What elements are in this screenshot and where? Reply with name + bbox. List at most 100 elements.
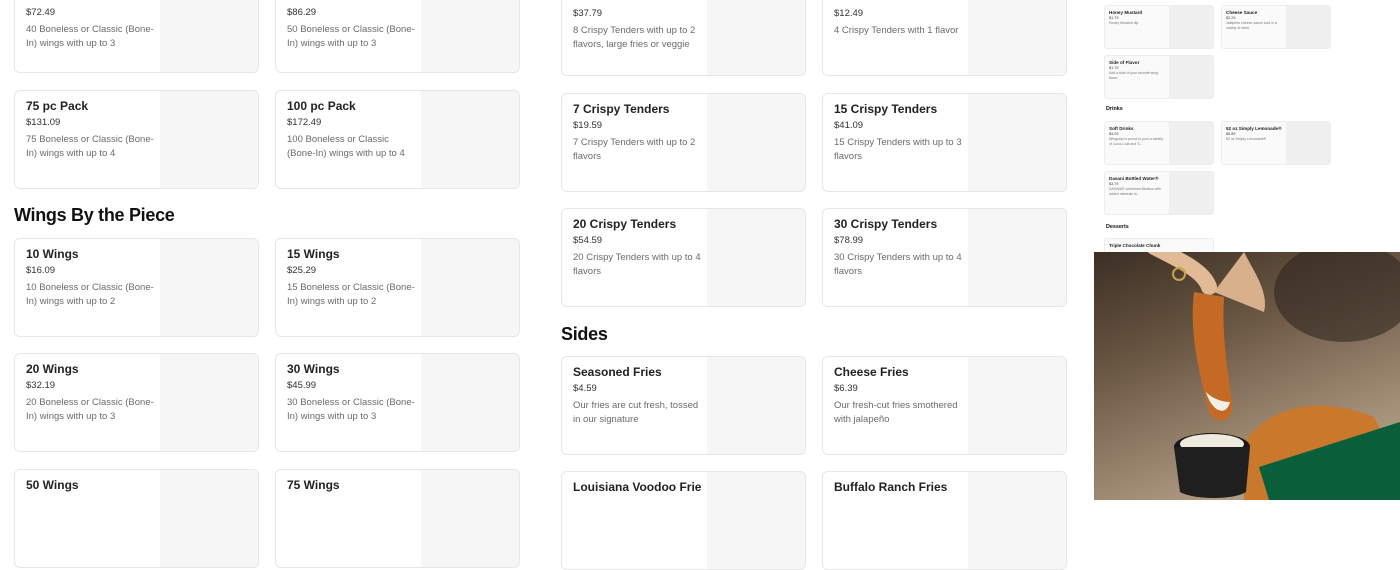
- item-description: 4 Crispy Tenders with 1 flavor: [834, 25, 959, 36]
- item-image: [421, 0, 519, 72]
- mini-heading-drinks: Drinks: [1106, 106, 1123, 112]
- item-image: [1169, 122, 1213, 164]
- menu-card[interactable]: 75 Wings: [275, 469, 520, 568]
- item-description: 50 Boneless or Classic (Bone-In) wings w…: [287, 24, 415, 49]
- item-image: [968, 209, 1066, 306]
- item-description: 15 Crispy Tenders with up to 3 flavors: [834, 137, 962, 162]
- item-name: 20 Crispy Tenders: [573, 217, 677, 231]
- menu-card[interactable]: 7 Crispy Tenders $19.59 7 Crispy Tenders…: [561, 93, 806, 192]
- menu-card[interactable]: Cheese Fries $6.39 Our fresh-cut fries s…: [822, 356, 1067, 455]
- item-name: Cheese Fries: [834, 365, 909, 379]
- item-description: Jalapeño cheese sauce sold in a variety …: [1226, 21, 1277, 30]
- item-image: [160, 470, 258, 567]
- item-name: Buffalo Ranch Fries: [834, 480, 948, 494]
- item-name: 7 Crispy Tenders: [573, 102, 670, 116]
- item-image: [160, 239, 258, 336]
- item-name: Side of Flavor: [1109, 60, 1140, 65]
- item-image: [707, 209, 805, 306]
- item-price: $2.29: [1226, 16, 1236, 20]
- item-name: 20 Wings: [26, 362, 79, 376]
- menu-card[interactable]: $86.29 50 Boneless or Classic (Bone-In) …: [275, 0, 520, 73]
- item-image: [968, 357, 1066, 454]
- item-name: 15 Crispy Tenders: [834, 102, 938, 116]
- section-heading-sides: Sides: [561, 324, 608, 344]
- menu-card[interactable]: Louisiana Voodoo Fries: [561, 471, 806, 570]
- item-image: [1169, 172, 1213, 214]
- item-description: Add a side of your favorite wing flavor: [1109, 71, 1158, 80]
- menu-card[interactable]: 15 Wings $25.29 15 Boneless or Classic (…: [275, 238, 520, 337]
- item-image: [160, 354, 258, 451]
- menu-card[interactable]: 100 pc Pack $172.49 100 Boneless or Clas…: [275, 90, 520, 189]
- mini-menu-card[interactable]: Honey Mustard $1.79 Honey Mustard dip: [1104, 5, 1214, 49]
- item-name: 10 Wings: [26, 247, 79, 261]
- item-price: $54.59: [573, 235, 603, 246]
- item-image: [707, 472, 805, 569]
- mini-menu-card[interactable]: Cheese Sauce $2.29 Jalapeño cheese sauce…: [1221, 5, 1331, 49]
- menu-card[interactable]: 30 Crispy Tenders $78.99 30 Crispy Tende…: [822, 208, 1067, 307]
- item-description: 75 Boneless or Classic (Bone-In) wings w…: [26, 134, 154, 159]
- menu-card[interactable]: 30 Wings $45.99 30 Boneless or Classic (…: [275, 353, 520, 452]
- item-description: 100 Boneless or Classic (Bone-In) wings …: [287, 134, 405, 159]
- item-image: [1286, 6, 1330, 48]
- menu-card[interactable]: 10 Wings $16.09 10 Boneless or Classic (…: [14, 238, 259, 337]
- item-price: $131.09: [26, 117, 61, 128]
- item-description: DASANI® combines filtration with added m…: [1109, 187, 1161, 196]
- item-name: 52 oz Simply Lemonade®: [1226, 126, 1282, 131]
- item-price: $1.79: [1109, 66, 1119, 70]
- menu-card[interactable]: 50 Wings: [14, 469, 259, 568]
- item-name: Seasoned Fries: [573, 365, 662, 379]
- item-price: $172.49: [287, 117, 322, 128]
- tenders-photo-illustration: [1147, 252, 1400, 500]
- item-description: 40 Boneless or Classic (Bone-In) wings w…: [26, 24, 154, 49]
- section-heading-wings-by-piece: Wings By the Piece: [14, 205, 175, 225]
- item-description: 8 Crispy Tenders with up to 2 flavors, l…: [573, 25, 696, 50]
- item-description: Our fresh-cut fries smothered with jalap…: [834, 400, 958, 425]
- item-description: 20 Crispy Tenders with up to 4 flavors: [573, 252, 701, 277]
- menu-card[interactable]: 20 Wings $32.19 20 Boneless or Classic (…: [14, 353, 259, 452]
- mini-menu-card[interactable]: Side of Flavor $1.79 Add a side of your …: [1104, 55, 1214, 99]
- item-price: $25.29: [287, 265, 317, 276]
- mini-menu-card[interactable]: 52 oz Simply Lemonade® $6.89 52 oz Simpl…: [1221, 121, 1331, 165]
- mini-menu-card[interactable]: Triple Chocolate Chunk: [1104, 238, 1214, 252]
- item-price: $3.79: [1109, 182, 1119, 186]
- item-name: 15 Wings: [287, 247, 340, 261]
- item-description: Wingstop is proud to pour a variety of C…: [1109, 137, 1164, 146]
- menu-card[interactable]: Seasoned Fries $4.59 Our fries are cut f…: [561, 356, 806, 455]
- item-description: Our fries are cut fresh, tossed in our s…: [573, 400, 699, 425]
- menu-card[interactable]: $37.79 8 Crispy Tenders with up to 2 fla…: [561, 0, 806, 76]
- mini-menu-card[interactable]: Soft Drinks $4.09 Wingstop is proud to p…: [1104, 121, 1214, 165]
- item-name: 30 Wings: [287, 362, 340, 376]
- item-name: Honey Mustard: [1109, 10, 1143, 15]
- promo-photo: [1094, 252, 1400, 500]
- menu-card[interactable]: $72.49 40 Boneless or Classic (Bone-In) …: [14, 0, 259, 73]
- item-price: $72.49: [26, 7, 56, 18]
- menu-card[interactable]: 15 Crispy Tenders $41.09 15 Crispy Tende…: [822, 93, 1067, 192]
- menu-card[interactable]: 75 pc Pack $131.09 75 Boneless or Classi…: [14, 90, 259, 189]
- item-image: [968, 94, 1066, 191]
- item-name: 30 Crispy Tenders: [834, 217, 938, 231]
- menu-preview-panel: Honey Mustard $1.79 Honey Mustard dip Ch…: [1094, 0, 1400, 252]
- item-description: Honey Mustard dip: [1109, 21, 1139, 25]
- item-image: [421, 354, 519, 451]
- item-price: $4.59: [573, 383, 597, 394]
- item-name: 75 Wings: [287, 478, 340, 492]
- item-price: $86.29: [287, 7, 317, 18]
- item-description: 7 Crispy Tenders with up to 2 flavors: [573, 137, 696, 162]
- item-name: Dasani Bottled Water®: [1109, 176, 1159, 181]
- item-description: 30 Crispy Tenders with up to 4 flavors: [834, 252, 962, 277]
- item-name: 75 pc Pack: [26, 99, 89, 113]
- menu-card[interactable]: 20 Crispy Tenders $54.59 20 Crispy Tende…: [561, 208, 806, 307]
- item-name: Louisiana Voodoo Fries: [573, 480, 701, 494]
- item-price: $32.19: [26, 380, 56, 391]
- menu-card[interactable]: $12.49 4 Crispy Tenders with 1 flavor: [822, 0, 1067, 76]
- item-price: $12.49: [834, 8, 864, 19]
- item-image: [421, 470, 519, 567]
- item-name: Soft Drinks: [1109, 126, 1134, 131]
- menu-card[interactable]: Buffalo Ranch Fries: [822, 471, 1067, 570]
- item-price: $6.39: [834, 383, 858, 394]
- item-price: $41.09: [834, 120, 864, 131]
- mini-menu-card[interactable]: Dasani Bottled Water® $3.79 DASANI® comb…: [1104, 171, 1214, 215]
- item-description: 10 Boneless or Classic (Bone-In) wings w…: [26, 282, 154, 307]
- item-price: $78.99: [834, 235, 864, 246]
- mini-heading-desserts: Desserts: [1106, 224, 1129, 230]
